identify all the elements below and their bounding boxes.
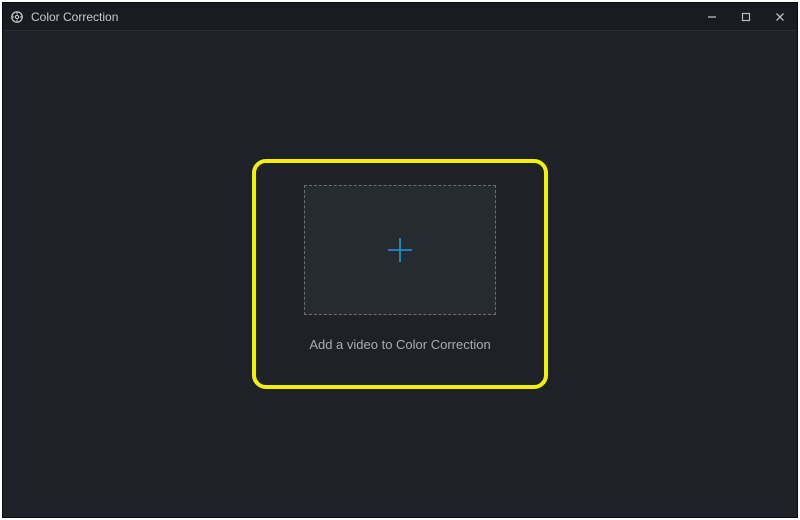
titlebar: Color Correction [3, 3, 797, 31]
maximize-button[interactable] [729, 3, 763, 30]
content-area: Add a video to Color Correction [3, 31, 797, 517]
minimize-button[interactable] [695, 3, 729, 30]
plus-icon [384, 234, 416, 266]
highlight-panel: Add a video to Color Correction [252, 159, 548, 389]
dropzone-caption: Add a video to Color Correction [309, 337, 490, 352]
app-icon [9, 9, 25, 25]
window-controls [695, 3, 797, 30]
window-title: Color Correction [31, 10, 118, 24]
close-button[interactable] [763, 3, 797, 30]
app-window: Color Correction [2, 2, 798, 518]
add-video-dropzone[interactable] [304, 185, 496, 315]
